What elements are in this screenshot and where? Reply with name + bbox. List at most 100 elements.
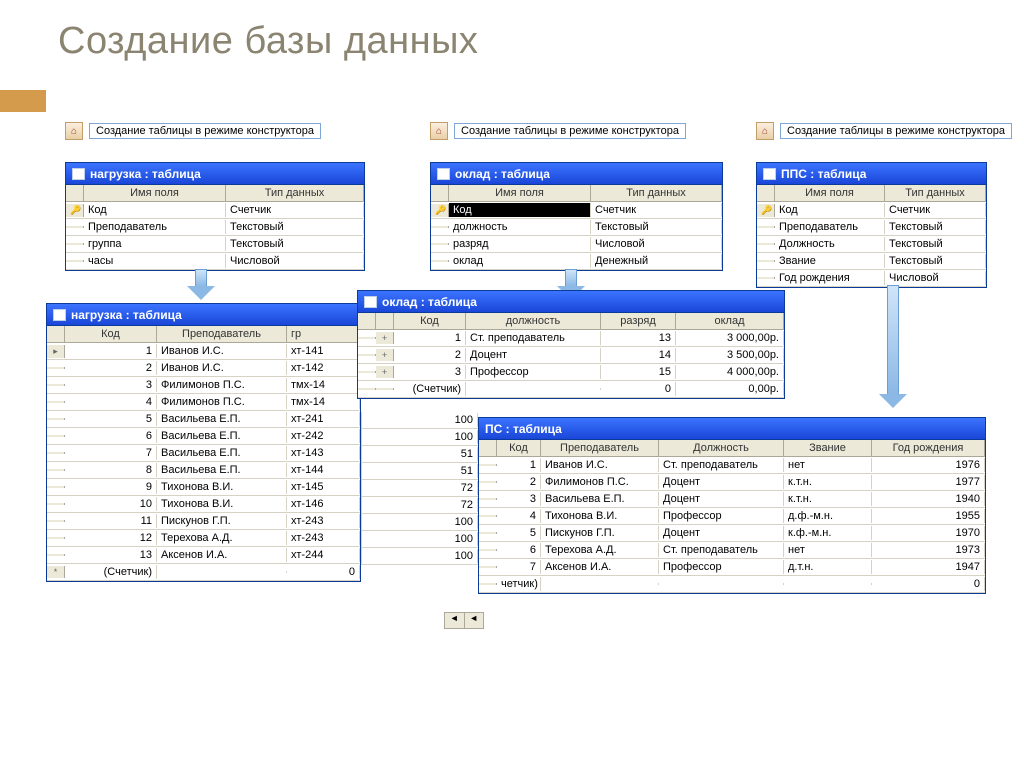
row-selector[interactable]	[47, 520, 65, 522]
col-header[interactable]: Имя поля	[84, 185, 226, 201]
row-selector[interactable]	[479, 532, 497, 534]
table-row[interactable]: 2Филимонов П.С.Доцентк.т.н.1977	[479, 474, 985, 491]
table-row[interactable]: 1Иванов И.С.Ст. преподавательнет1976	[479, 457, 985, 474]
cell[interactable]: хт-244	[287, 548, 360, 562]
window-pps-data[interactable]: ПС : таблица Код Преподаватель Должность…	[478, 417, 986, 594]
cell[interactable]: Васильева Е.П.	[157, 446, 287, 460]
row-selector[interactable]	[47, 418, 65, 420]
cell[interactable]: нет	[784, 458, 872, 472]
cell[interactable]: Доцент	[659, 492, 784, 506]
col-header[interactable]: Преподаватель	[157, 326, 287, 342]
table-row[interactable]: 6Васильева Е.П.хт-242	[47, 428, 360, 445]
table-row[interactable]: ДолжностьТекстовый	[757, 236, 986, 253]
cell[interactable]: Доцент	[659, 475, 784, 489]
row-selector[interactable]	[757, 204, 775, 217]
table-row[interactable]: +1Ст. преподаватель133 000,00р.	[358, 330, 784, 347]
field-type-cell[interactable]: Счетчик	[885, 203, 986, 217]
table-row[interactable]: разрядЧисловой	[431, 236, 722, 253]
row-selector[interactable]	[47, 469, 65, 471]
field-name-cell[interactable]: Код	[775, 203, 885, 217]
table-row[interactable]: 11Пискунов Г.П.хт-243	[47, 513, 360, 530]
window-nagruzka-data[interactable]: нагрузка : таблица Код Преподаватель гр …	[46, 303, 361, 582]
cell[interactable]: 14	[601, 348, 676, 362]
col-header[interactable]: Код	[497, 440, 541, 456]
cell[interactable]: хт-141	[287, 344, 360, 358]
cell[interactable]: Ст. преподаватель	[466, 331, 601, 345]
cell[interactable]: к.т.н.	[784, 492, 872, 506]
cell[interactable]: Филимонов П.С.	[157, 378, 287, 392]
cell[interactable]: хт-243	[287, 514, 360, 528]
table-row[interactable]: должностьТекстовый	[431, 219, 722, 236]
cell[interactable]: 2	[65, 361, 157, 375]
cell[interactable]: хт-142	[287, 361, 360, 375]
field-name-cell[interactable]: Должность	[775, 237, 885, 251]
col-header[interactable]: Код	[65, 326, 157, 342]
field-name-cell[interactable]: Звание	[775, 254, 885, 268]
cell[interactable]: 3 500,00р.	[676, 348, 784, 362]
field-type-cell[interactable]: Денежный	[591, 254, 722, 268]
record-nav[interactable]: ◄ ◄	[444, 612, 484, 629]
col-header[interactable]: Имя поля	[775, 185, 885, 201]
cell[interactable]: Иванов И.С.	[157, 361, 287, 375]
cell[interactable]: 3	[65, 378, 157, 392]
col-header[interactable]: должность	[466, 313, 601, 329]
field-type-cell[interactable]: Числовой	[591, 237, 722, 251]
row-selector[interactable]	[479, 464, 497, 466]
cell[interactable]: 1977	[872, 475, 985, 489]
table-row[interactable]: ПреподавательТекстовый	[757, 219, 986, 236]
cell[interactable]: 3 000,00р.	[676, 331, 784, 345]
row-selector[interactable]	[66, 243, 84, 245]
field-type-cell[interactable]: Текстовый	[591, 220, 722, 234]
field-type-cell[interactable]: Текстовый	[226, 237, 364, 251]
table-row[interactable]: КодСчетчик	[66, 202, 364, 219]
new-row[interactable]: четчик)0	[479, 576, 985, 593]
titlebar[interactable]: оклад : таблица	[358, 291, 784, 313]
cell[interactable]: Васильева Е.П.	[157, 412, 287, 426]
table-row[interactable]: 9Тихонова В.И.хт-145	[47, 479, 360, 496]
cell[interactable]: Терехова А.Д.	[157, 531, 287, 545]
row-selector[interactable]	[479, 498, 497, 500]
cell[interactable]: 1973	[872, 543, 985, 557]
field-name-cell[interactable]: должность	[449, 220, 591, 234]
field-type-cell[interactable]: Текстовый	[885, 254, 986, 268]
cell[interactable]: 3	[497, 492, 541, 506]
cell[interactable]: 5	[65, 412, 157, 426]
field-name-cell[interactable]: Код	[84, 203, 226, 217]
cell[interactable]: 2	[394, 348, 466, 362]
field-name-cell[interactable]: Год рождения	[775, 271, 885, 285]
cell[interactable]: Доцент	[659, 526, 784, 540]
cell[interactable]: Иванов И.С.	[541, 458, 659, 472]
cell[interactable]: нет	[784, 543, 872, 557]
row-selector[interactable]	[757, 277, 775, 279]
field-name-cell[interactable]: Код	[449, 203, 591, 217]
field-name-cell[interactable]: оклад	[449, 254, 591, 268]
cell[interactable]: д.ф.-м.н.	[784, 509, 872, 523]
cell[interactable]: Пискунов Г.П.	[157, 514, 287, 528]
row-selector[interactable]	[47, 384, 65, 386]
table-row[interactable]: 7Васильева Е.П.хт-143	[47, 445, 360, 462]
row-selector[interactable]	[47, 486, 65, 488]
cell[interactable]: 7	[65, 446, 157, 460]
cell[interactable]: Профессор	[659, 560, 784, 574]
table-row[interactable]: ПреподавательТекстовый	[66, 219, 364, 236]
row-selector[interactable]	[431, 243, 449, 245]
cell[interactable]: Ст. преподаватель	[659, 543, 784, 557]
table-row[interactable]: 2Иванов И.С.хт-142	[47, 360, 360, 377]
cell[interactable]: 15	[601, 365, 676, 379]
cell[interactable]: Тихонова В.И.	[157, 497, 287, 511]
col-header[interactable]: Тип данных	[591, 185, 722, 201]
col-header[interactable]: Код	[394, 313, 466, 329]
cell[interactable]: 11	[65, 514, 157, 528]
cell[interactable]: Доцент	[466, 348, 601, 362]
cell[interactable]: 12	[65, 531, 157, 545]
cell[interactable]: 6	[497, 543, 541, 557]
row-selector[interactable]	[47, 452, 65, 454]
row-selector[interactable]	[47, 401, 65, 403]
row-selector[interactable]: ▸	[47, 345, 65, 358]
expand-icon[interactable]: +	[376, 349, 394, 361]
table-row[interactable]: 10Тихонова В.И.хт-146	[47, 496, 360, 513]
col-header[interactable]: Год рождения	[872, 440, 985, 456]
titlebar[interactable]: ПС : таблица	[479, 418, 985, 440]
titlebar[interactable]: оклад : таблица	[431, 163, 722, 185]
cell[interactable]: к.т.н.	[784, 475, 872, 489]
